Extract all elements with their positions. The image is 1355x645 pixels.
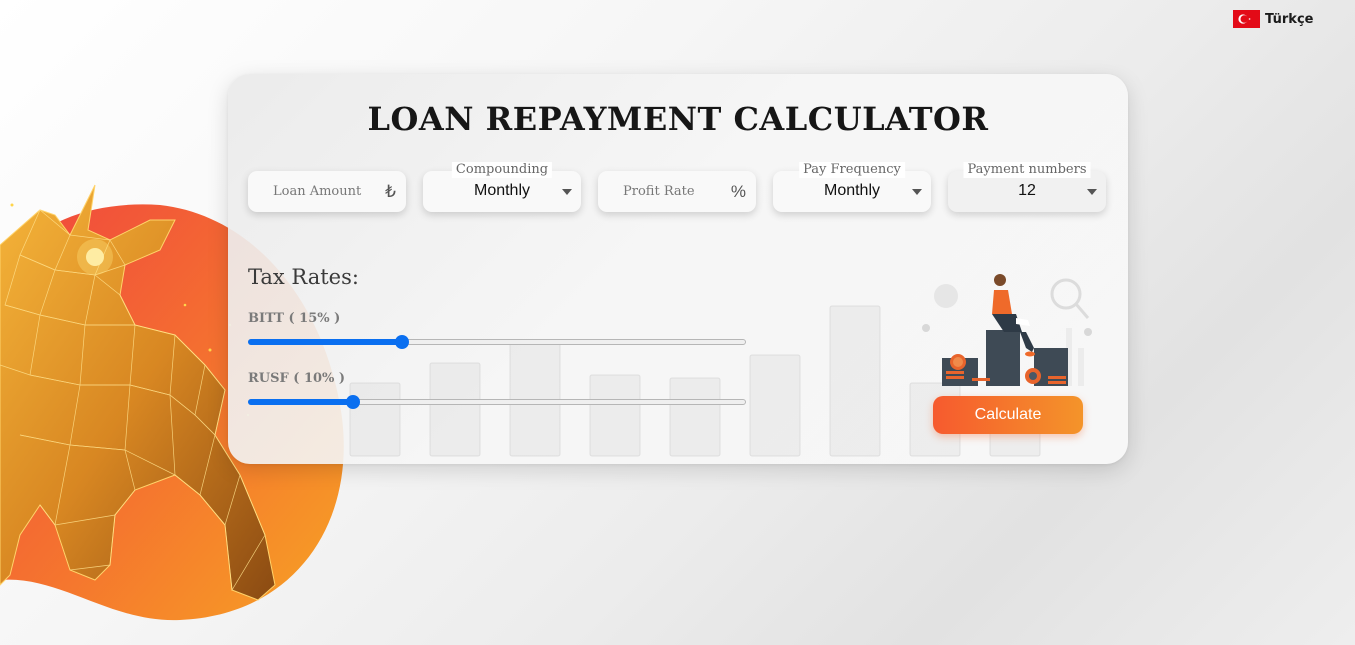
tax-rates-heading: Tax Rates:	[248, 265, 359, 289]
loan-amount-input[interactable]: Loan Amount ₺	[248, 171, 406, 212]
page-title: LOAN REPAYMENT CALCULATOR	[367, 100, 989, 138]
slider-fill	[248, 399, 353, 405]
calculate-button[interactable]: Calculate	[933, 396, 1083, 434]
language-label: Türkçe	[1265, 11, 1314, 27]
loan-amount-placeholder: Loan Amount	[273, 184, 362, 199]
language-switch[interactable]: Türkçe	[1233, 10, 1313, 28]
bitt-label: BITT ( 15% )	[248, 311, 341, 326]
chevron-down-icon	[1087, 189, 1097, 195]
compounding-label: Compounding	[451, 162, 553, 178]
payment-numbers-select[interactable]: Payment numbers 12	[948, 162, 1106, 212]
finance-person-illustration	[922, 274, 1092, 386]
compounding-value: Monthly	[473, 182, 531, 199]
pay-frequency-select[interactable]: Pay Frequency Monthly	[773, 162, 931, 212]
payment-numbers-label: Payment numbers	[963, 162, 1091, 178]
lira-icon: ₺	[385, 182, 396, 201]
bitt-slider[interactable]	[248, 335, 746, 349]
rusf-slider[interactable]	[248, 395, 746, 409]
slider-thumb[interactable]	[345, 395, 360, 409]
slider-thumb[interactable]	[395, 335, 410, 349]
pay-frequency-label: Pay Frequency	[799, 162, 905, 178]
profit-rate-placeholder: Profit Rate	[623, 184, 695, 199]
payment-numbers-value: 12	[1018, 182, 1036, 199]
slider-fill	[248, 339, 403, 345]
profit-rate-input[interactable]: Profit Rate %	[598, 171, 756, 212]
pay-frequency-value: Monthly	[823, 182, 881, 199]
chevron-down-icon	[912, 189, 922, 195]
chevron-down-icon	[562, 189, 572, 195]
compounding-select[interactable]: Compounding Monthly	[423, 162, 581, 212]
calculator-card: LOAN REPAYMENT CALCULATOR Loan Amount ₺ …	[228, 74, 1128, 464]
rusf-label: RUSF ( 10% )	[248, 371, 346, 386]
percent-icon: %	[730, 182, 746, 201]
turkey-flag-icon	[1233, 10, 1260, 28]
